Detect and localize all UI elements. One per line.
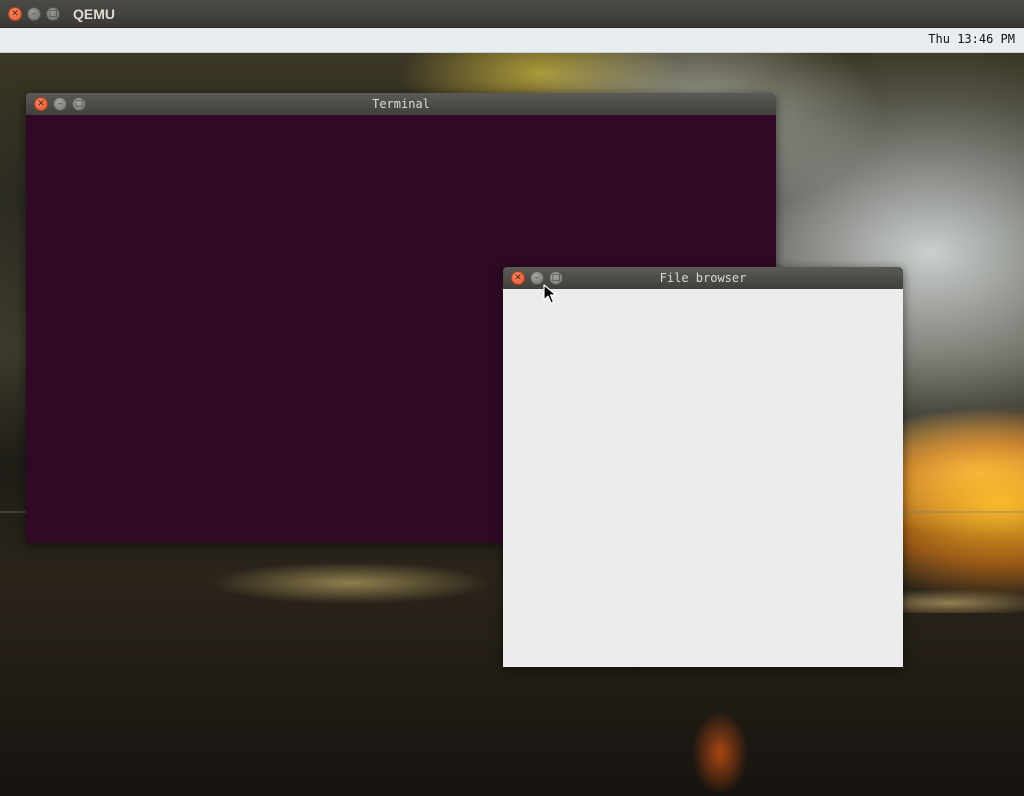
file-browser-window[interactable]: ✕ – □ File browser: [503, 267, 903, 667]
file-browser-content-area[interactable]: [503, 289, 903, 667]
qemu-minimize-button[interactable]: –: [27, 7, 41, 21]
terminal-titlebar[interactable]: ✕ – □ Terminal: [26, 93, 776, 115]
guest-top-panel: Thu 13:46 PM: [0, 28, 1024, 53]
file-browser-titlebar[interactable]: ✕ – □ File browser: [503, 267, 903, 289]
qemu-screen: ✕ – □ QEMU Thu 13:46 PM ✕ – □ Terminal ✕…: [0, 0, 1024, 796]
terminal-title: Terminal: [372, 97, 430, 111]
qemu-titlebar[interactable]: ✕ – □ QEMU: [0, 0, 1024, 28]
qemu-close-button[interactable]: ✕: [8, 7, 22, 21]
wallpaper-sun-reflection: [660, 693, 780, 793]
qemu-window-title: QEMU: [73, 6, 115, 22]
arrow-cursor-icon: [543, 284, 557, 304]
panel-clock[interactable]: Thu 13:46 PM: [928, 32, 1015, 46]
qemu-maximize-button[interactable]: □: [46, 7, 60, 21]
file-browser-title: File browser: [659, 271, 747, 285]
